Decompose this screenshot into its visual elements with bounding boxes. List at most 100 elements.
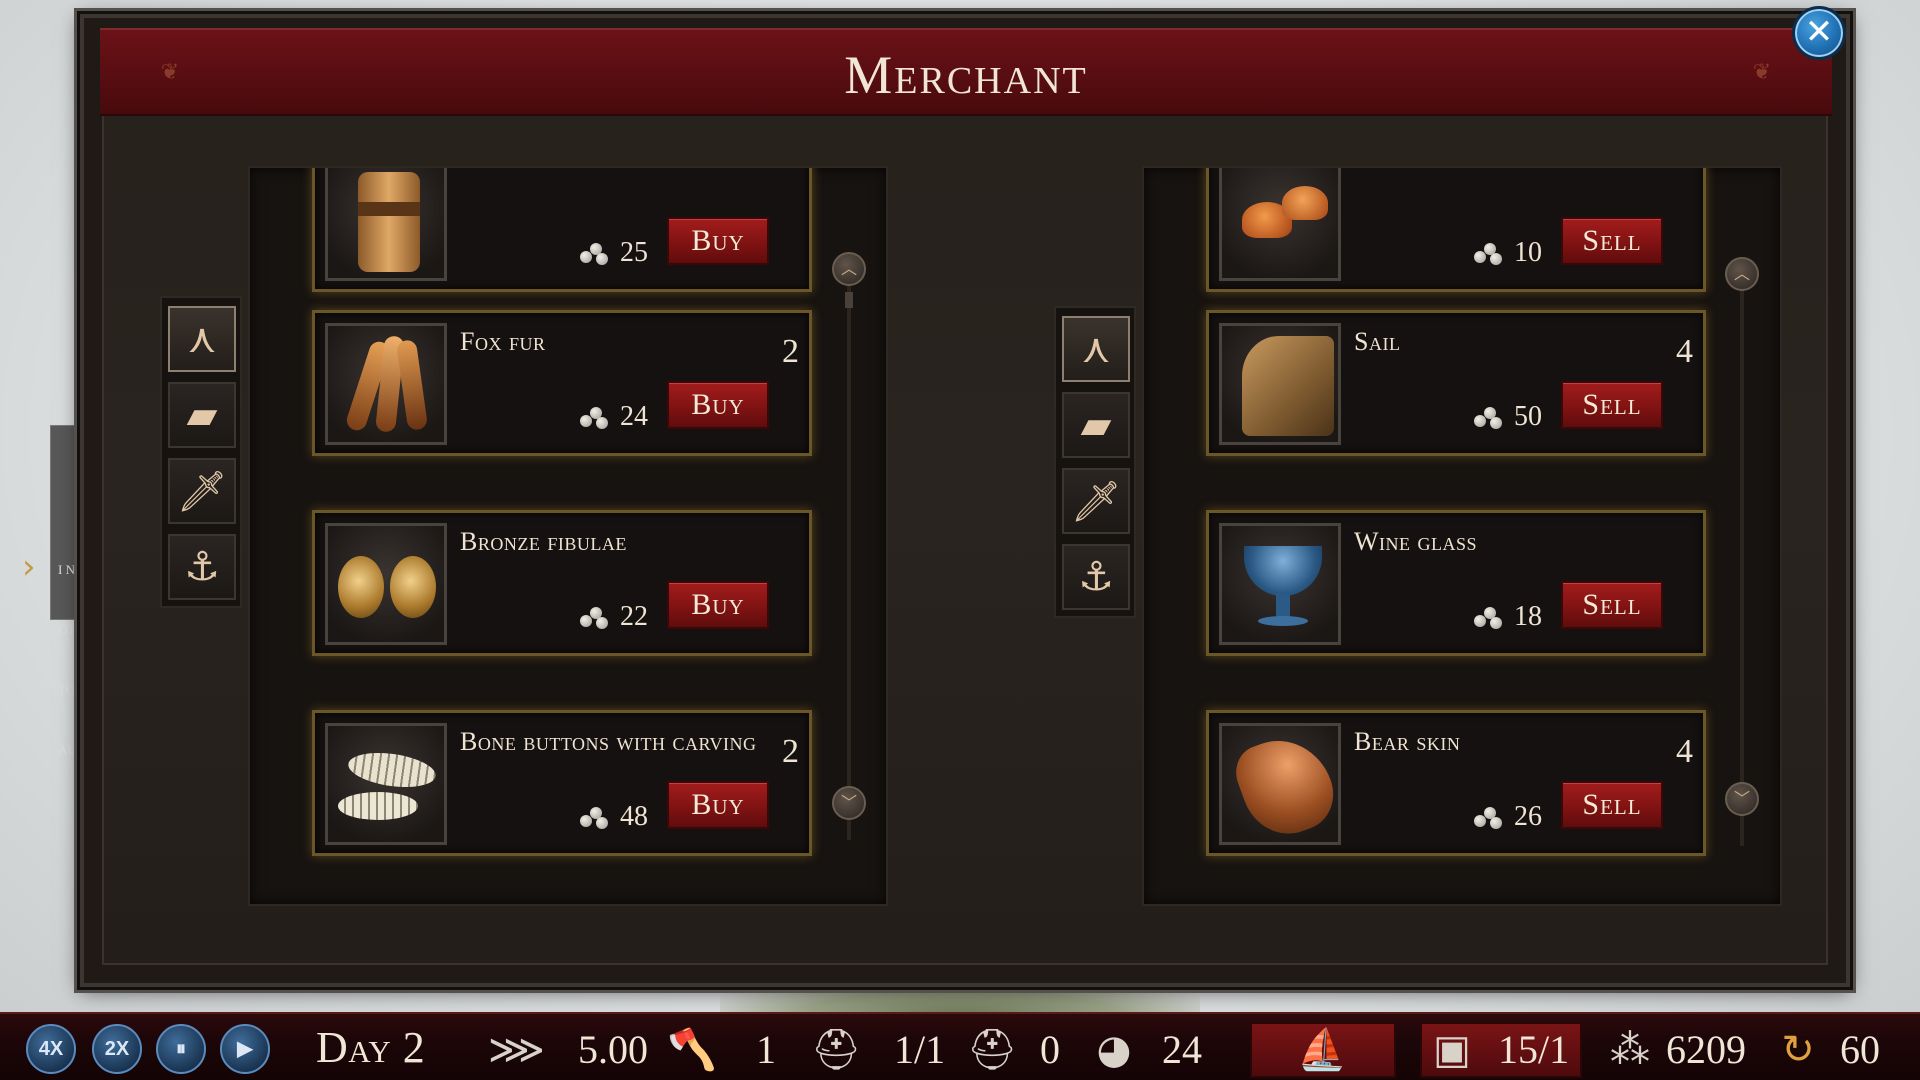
item-price: 24	[580, 401, 648, 433]
item-price: 25	[580, 237, 648, 269]
longship-icon: ⛵	[1297, 1027, 1347, 1073]
item-quantity: 4	[1676, 333, 1693, 370]
silver-coins-icon	[1474, 403, 1506, 431]
item-price: 48	[580, 801, 648, 833]
tab-food[interactable]: ▰	[168, 382, 236, 448]
silver-coins-icon	[1474, 803, 1506, 831]
silver-coins-icon	[580, 403, 612, 431]
tab-ship[interactable]: ⚓	[168, 534, 236, 600]
cargo-value: 15/1	[1498, 1027, 1570, 1072]
silver-coins-icon	[580, 803, 612, 831]
buy-scrollbar[interactable]	[847, 280, 851, 840]
item-price: 10	[1474, 237, 1542, 269]
expand-arrow-icon[interactable]: ›	[22, 550, 48, 584]
item-price: 26	[1474, 801, 1542, 833]
weapons-category-icon: 🗡	[176, 468, 228, 515]
fish-value: 5.00	[578, 1027, 648, 1072]
axe-value: 1	[756, 1027, 776, 1072]
day-counter: Day 2	[316, 1023, 426, 1072]
item-price: 18	[1474, 601, 1542, 633]
sell-scrollbar[interactable]	[1740, 286, 1744, 846]
wine-glass-icon	[1219, 523, 1341, 645]
mushrooms-icon	[1219, 168, 1341, 281]
tab-weapons[interactable]: 🗡	[1062, 468, 1130, 534]
meat-icon: ◕	[1096, 1027, 1132, 1073]
meat-value: 24	[1162, 1027, 1202, 1072]
ship-category-icon: ⚓	[1078, 554, 1114, 600]
tab-tools[interactable]: ⋏	[1062, 316, 1130, 382]
silver-coins-icon	[1474, 239, 1506, 267]
sell-button[interactable]: Sell	[1561, 217, 1663, 265]
sell-button[interactable]: Sell	[1561, 581, 1663, 629]
longship-button[interactable]: ⛵	[1250, 1022, 1396, 1078]
item-quantity: 4	[1676, 733, 1693, 770]
pause-button[interactable]: ⏸	[156, 1024, 206, 1074]
play-button[interactable]: ▶	[220, 1024, 270, 1074]
ship-category-icon: ⚓	[184, 544, 220, 590]
wounded-value: 0	[1040, 1027, 1060, 1072]
scroll-up-button[interactable]: ︿	[832, 252, 866, 286]
silver-coins-icon	[580, 239, 612, 267]
title-bar: ❦ ❦ Merchant	[100, 28, 1832, 116]
list-item[interactable]: Wine glass 18 Sell	[1206, 510, 1706, 656]
list-item[interactable]: Bear skin 4 26 Sell	[1206, 710, 1706, 856]
item-name: Bone buttons with carving	[460, 727, 757, 756]
list-item[interactable]: Sail 4 50 Sell	[1206, 310, 1706, 456]
list-item[interactable]: Bronze fibulae 22 Buy	[312, 510, 812, 656]
status-bar: 4X 2X ⏸ ▶ Day 2 ⋙ 5.00 🪓 1 ⛑ 1/1 ⛑ 0 ◕ 2…	[0, 1012, 1920, 1080]
scroll-down-button[interactable]: ﹀	[832, 786, 866, 820]
speed-4x-button[interactable]: 4X	[26, 1024, 76, 1074]
axe-icon: 🪓	[667, 1027, 717, 1073]
item-quantity: 2	[782, 333, 799, 370]
scroll-up-button[interactable]: ︿	[1725, 257, 1759, 291]
buy-button[interactable]: Buy	[667, 381, 769, 429]
item-name: Bronze fibulae	[460, 527, 627, 556]
tab-ship[interactable]: ⚓	[1062, 544, 1130, 610]
item-name: Bear skin	[1354, 727, 1461, 756]
silver-coins-icon: ⁂	[1610, 1027, 1650, 1073]
warriors-value: 1/1	[894, 1027, 946, 1072]
tools-category-icon: ⋏	[1081, 326, 1111, 372]
tab-tools[interactable]: ⋏	[168, 306, 236, 372]
list-item[interactable]: 25 Buy	[312, 168, 812, 292]
tab-food[interactable]: ▰	[1062, 392, 1130, 458]
item-name: Sail	[1354, 327, 1401, 356]
reputation-icon: ↻	[1781, 1027, 1815, 1073]
buy-list[interactable]: 25 Buy Fox fur 2 24 Buy Bronze fibulae 2…	[248, 166, 888, 906]
list-item[interactable]: Fox fur 2 24 Buy	[312, 310, 812, 456]
buy-button[interactable]: Buy	[667, 581, 769, 629]
food-category-icon: ▰	[186, 392, 218, 438]
wounded-helmet-icon: ⛑	[966, 1027, 1018, 1073]
speed-2x-button[interactable]: 2X	[92, 1024, 142, 1074]
bronze-fibulae-icon	[325, 523, 447, 645]
chest-icon: ▣	[1433, 1027, 1471, 1073]
list-item[interactable]: 10 Sell	[1206, 168, 1706, 292]
item-name: Wine glass	[1354, 527, 1478, 556]
weapons-category-icon: 🗡	[1070, 478, 1122, 525]
tab-weapons[interactable]: 🗡	[168, 458, 236, 524]
cargo-box[interactable]: ▣ 15/1	[1420, 1022, 1582, 1078]
buy-button[interactable]: Buy	[667, 781, 769, 829]
fish-icon: ⋙	[488, 1027, 545, 1073]
scroll-down-button[interactable]: ﹀	[1725, 782, 1759, 816]
buy-button[interactable]: Buy	[667, 217, 769, 265]
item-price: 22	[580, 601, 648, 633]
sell-list[interactable]: 10 Sell Sail 4 50 Sell Wine glass 18 Sel…	[1142, 166, 1782, 906]
item-name: Fox fur	[460, 327, 546, 356]
bear-skin-icon	[1219, 723, 1341, 845]
fox-fur-icon	[325, 323, 447, 445]
item-quantity: 2	[782, 733, 799, 770]
item-price: 50	[1474, 401, 1542, 433]
sell-button[interactable]: Sell	[1561, 781, 1663, 829]
buy-scroll-thumb[interactable]	[845, 292, 853, 308]
sail-cloth-icon	[1219, 323, 1341, 445]
sell-button[interactable]: Sell	[1561, 381, 1663, 429]
silver-coins-icon	[1474, 603, 1506, 631]
sell-category-tabs: ⋏ ▰ 🗡 ⚓	[1054, 306, 1136, 618]
food-category-icon: ▰	[1080, 402, 1112, 448]
list-item[interactable]: Bone buttons with carving 2 48 Buy	[312, 710, 812, 856]
bone-buttons-icon	[325, 723, 447, 845]
helmet-icon: ⛑	[810, 1027, 862, 1073]
buy-category-tabs: ⋏ ▰ 🗡 ⚓	[160, 296, 242, 608]
close-button[interactable]: ✕	[1792, 6, 1846, 60]
